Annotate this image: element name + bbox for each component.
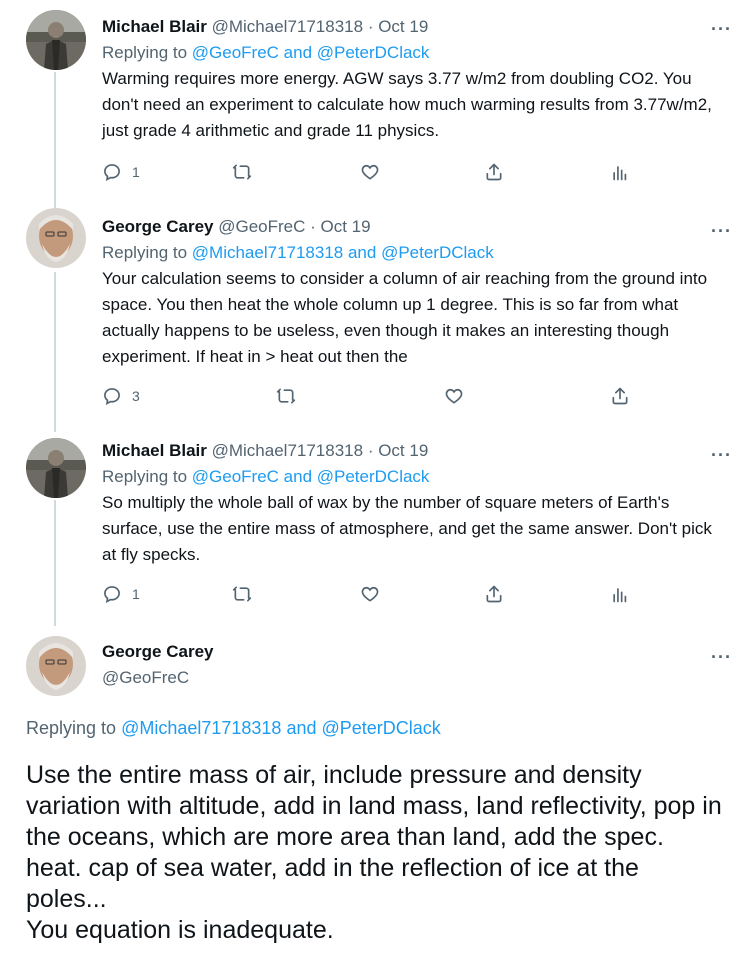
share-button[interactable] — [610, 386, 630, 406]
reply-icon — [104, 164, 120, 182]
reply-button[interactable]: 3 — [102, 386, 140, 406]
separator: · — [305, 217, 321, 236]
reply-button[interactable]: 1 — [102, 584, 140, 604]
tweet-text: Warming requires more energy. AGW says 3… — [102, 69, 712, 140]
reply-count: 1 — [132, 586, 140, 602]
author-name[interactable]: George Carey — [102, 642, 722, 662]
like-icon — [361, 586, 379, 602]
reply-icon — [104, 388, 120, 406]
main-tweet-text: Use the entire mass of air, include pres… — [26, 760, 726, 946]
tweet[interactable]: ··· Michael Blair @Michael71718318 · Oct… — [0, 432, 746, 622]
tweet-date[interactable]: Oct 19 — [321, 217, 371, 236]
tweet[interactable]: ··· George Carey @GeoFreC · Oct 19 Reply… — [0, 208, 746, 418]
analytics-icon — [613, 588, 627, 603]
tweet-actions: 1 — [102, 584, 722, 606]
author-handle[interactable]: @Michael71718318 — [212, 17, 363, 36]
tweet-header: Michael Blair @Michael71718318 · Oct 19 — [102, 440, 722, 462]
tweet-text: Your calculation seems to consider a col… — [102, 269, 708, 366]
replying-prefix: Replying to — [26, 718, 122, 738]
tweet[interactable]: ··· Michael Blair @Michael71718318 · Oct… — [0, 0, 746, 200]
replying-to: Replying to @Michael71718318 and @PeterD… — [26, 718, 441, 739]
author-name[interactable]: Michael Blair — [102, 17, 207, 36]
author-handle[interactable]: @Michael71718318 — [212, 441, 363, 460]
avatar-photo — [26, 438, 86, 498]
replying-prefix: Replying to — [102, 467, 192, 486]
tweet-header: Michael Blair @Michael71718318 · Oct 19 — [102, 16, 722, 38]
like-button[interactable] — [360, 584, 380, 604]
share-icon — [612, 387, 628, 405]
author-handle[interactable]: @GeoFreC — [102, 668, 722, 688]
avatar[interactable] — [26, 636, 86, 696]
replying-to: Replying to @GeoFreC and @PeterDClack — [102, 42, 722, 64]
share-button[interactable] — [484, 584, 504, 604]
separator: · — [363, 441, 379, 460]
replying-to-link[interactable]: @Michael71718318 and @PeterDClack — [192, 243, 494, 262]
replying-prefix: Replying to — [102, 243, 192, 262]
tweet-header: George Carey @GeoFreC · Oct 19 — [102, 216, 722, 238]
share-button[interactable] — [484, 162, 504, 182]
separator: · — [363, 17, 379, 36]
reply-button[interactable]: 1 — [102, 162, 140, 182]
analytics-icon — [613, 166, 627, 181]
tweet-date[interactable]: Oct 19 — [378, 17, 428, 36]
reply-icon — [104, 586, 120, 604]
reply-count: 3 — [132, 388, 140, 404]
tweet-date[interactable]: Oct 19 — [378, 441, 428, 460]
replying-to-link[interactable]: @GeoFreC and @PeterDClack — [192, 467, 430, 486]
replying-to-link[interactable]: @GeoFreC and @PeterDClack — [192, 43, 430, 62]
avatar-photo — [26, 208, 86, 268]
like-icon — [445, 388, 463, 404]
reply-count: 1 — [132, 164, 140, 180]
avatar[interactable] — [26, 438, 86, 498]
analytics-button[interactable] — [610, 584, 630, 604]
like-button[interactable] — [444, 386, 464, 406]
retweet-button[interactable] — [232, 584, 252, 604]
main-tweet-paragraph: Use the entire mass of air, include pres… — [26, 761, 722, 913]
like-button[interactable] — [360, 162, 380, 182]
tweet-actions: 1 — [102, 162, 722, 184]
share-icon — [486, 163, 502, 181]
main-tweet: ··· George Carey @GeoFreC Replying to @M… — [0, 630, 746, 970]
retweet-button[interactable] — [276, 386, 296, 406]
retweet-icon — [276, 388, 296, 404]
replying-to: Replying to @Michael71718318 and @PeterD… — [102, 242, 722, 264]
tweet-text: So multiply the whole ball of wax by the… — [102, 493, 712, 564]
retweet-button[interactable] — [232, 162, 252, 182]
replying-to: Replying to @GeoFreC and @PeterDClack — [102, 466, 722, 488]
tweet-actions: 3 — [102, 386, 722, 408]
author-handle[interactable]: @GeoFreC — [218, 217, 305, 236]
avatar-photo — [26, 10, 86, 70]
share-icon — [486, 585, 502, 603]
retweet-icon — [232, 586, 252, 602]
replying-to-link[interactable]: @Michael71718318 and @PeterDClack — [121, 718, 441, 738]
like-icon — [361, 164, 379, 180]
avatar-photo — [26, 636, 86, 696]
main-tweet-paragraph: You equation is inadequate. — [26, 916, 334, 944]
author-name[interactable]: George Carey — [102, 217, 214, 236]
avatar[interactable] — [26, 10, 86, 70]
analytics-button[interactable] — [610, 162, 630, 182]
replying-prefix: Replying to — [102, 43, 192, 62]
retweet-icon — [232, 164, 252, 180]
avatar[interactable] — [26, 208, 86, 268]
author-name[interactable]: Michael Blair — [102, 441, 207, 460]
